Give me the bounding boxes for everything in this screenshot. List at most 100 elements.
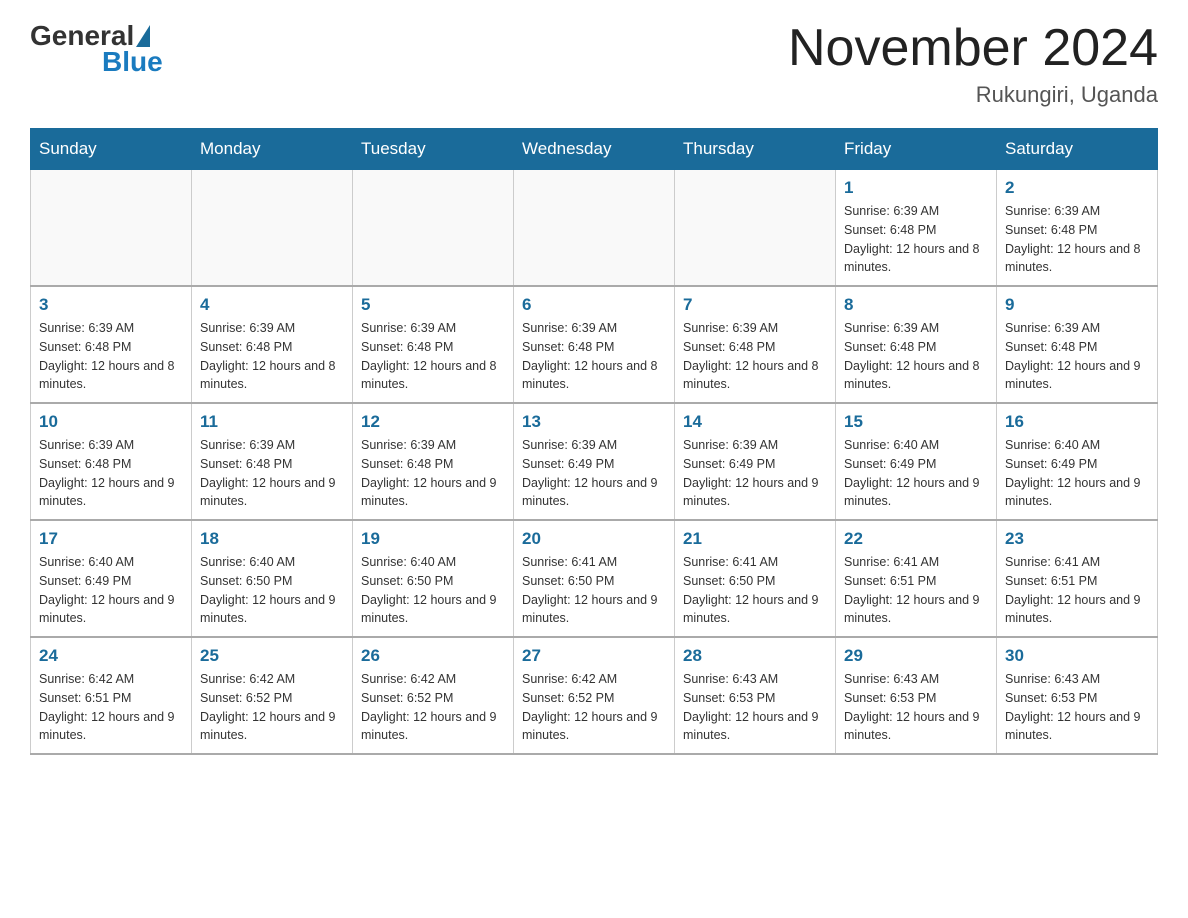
day-number: 7 [683,295,827,315]
calendar-cell: 22 Sunrise: 6:41 AMSunset: 6:51 PMDayligh… [836,520,997,637]
calendar-cell: 21 Sunrise: 6:41 AMSunset: 6:50 PMDayligh… [675,520,836,637]
calendar-cell: 2 Sunrise: 6:39 AMSunset: 6:48 PMDaylight… [997,170,1158,287]
calendar-cell [31,170,192,287]
day-number: 20 [522,529,666,549]
days-of-week-row: SundayMondayTuesdayWednesdayThursdayFrid… [31,129,1158,170]
day-info: Sunrise: 6:39 AMSunset: 6:48 PMDaylight:… [1005,202,1149,277]
calendar-cell: 4 Sunrise: 6:39 AMSunset: 6:48 PMDaylight… [192,286,353,403]
day-number: 23 [1005,529,1149,549]
day-of-week-thursday: Thursday [675,129,836,170]
calendar-cell: 13Sunrise: 6:39 AMSunset: 6:49 PMDayligh… [514,403,675,520]
day-number: 2 [1005,178,1149,198]
day-number: 26 [361,646,505,666]
calendar-cell: 28 Sunrise: 6:43 AMSunset: 6:53 PMDayligh… [675,637,836,754]
day-info: Sunrise: 6:39 AMSunset: 6:48 PMDaylight:… [844,202,988,277]
day-number: 10 [39,412,183,432]
day-info: Sunrise: 6:42 AMSunset: 6:52 PMDaylight:… [522,670,666,745]
day-of-week-wednesday: Wednesday [514,129,675,170]
day-number: 8 [844,295,988,315]
calendar-cell [192,170,353,287]
calendar-cell: 3Sunrise: 6:39 AMSunset: 6:48 PMDaylight… [31,286,192,403]
day-number: 21 [683,529,827,549]
day-number: 28 [683,646,827,666]
day-of-week-tuesday: Tuesday [353,129,514,170]
calendar-cell: 8 Sunrise: 6:39 AMSunset: 6:48 PMDaylight… [836,286,997,403]
day-number: 9 [1005,295,1149,315]
calendar-week-row: 10 Sunrise: 6:39 AMSunset: 6:48 PMDayligh… [31,403,1158,520]
day-number: 1 [844,178,988,198]
day-number: 12 [361,412,505,432]
day-number: 27 [522,646,666,666]
day-of-week-monday: Monday [192,129,353,170]
day-info: Sunrise: 6:39 AMSunset: 6:48 PMDaylight:… [200,319,344,394]
day-info: Sunrise: 6:41 AMSunset: 6:50 PMDaylight:… [522,553,666,628]
calendar-cell: 24Sunrise: 6:42 AMSunset: 6:51 PMDayligh… [31,637,192,754]
day-info: Sunrise: 6:39 AMSunset: 6:48 PMDaylight:… [200,436,344,511]
calendar-cell: 11 Sunrise: 6:39 AMSunset: 6:48 PMDayligh… [192,403,353,520]
day-info: Sunrise: 6:42 AMSunset: 6:51 PMDaylight:… [39,670,183,745]
day-number: 29 [844,646,988,666]
page-header: General Blue November 2024 Rukungiri, Ug… [30,20,1158,108]
calendar-cell: 9 Sunrise: 6:39 AMSunset: 6:48 PMDaylight… [997,286,1158,403]
calendar-cell [675,170,836,287]
calendar-cell: 17 Sunrise: 6:40 AMSunset: 6:49 PMDayligh… [31,520,192,637]
title-section: November 2024 Rukungiri, Uganda [788,20,1158,108]
calendar-cell: 19 Sunrise: 6:40 AMSunset: 6:50 PMDayligh… [353,520,514,637]
calendar-cell: 10 Sunrise: 6:39 AMSunset: 6:48 PMDayligh… [31,403,192,520]
calendar-cell: 30Sunrise: 6:43 AMSunset: 6:53 PMDayligh… [997,637,1158,754]
day-info: Sunrise: 6:40 AMSunset: 6:50 PMDaylight:… [361,553,505,628]
day-info: Sunrise: 6:41 AMSunset: 6:50 PMDaylight:… [683,553,827,628]
day-number: 11 [200,412,344,432]
day-info: Sunrise: 6:41 AMSunset: 6:51 PMDaylight:… [844,553,988,628]
location-subtitle: Rukungiri, Uganda [788,82,1158,108]
day-info: Sunrise: 6:39 AMSunset: 6:49 PMDaylight:… [683,436,827,511]
calendar-cell: 7 Sunrise: 6:39 AMSunset: 6:48 PMDaylight… [675,286,836,403]
day-info: Sunrise: 6:41 AMSunset: 6:51 PMDaylight:… [1005,553,1149,628]
calendar-week-row: 24Sunrise: 6:42 AMSunset: 6:51 PMDayligh… [31,637,1158,754]
logo: General Blue [30,20,163,78]
day-info: Sunrise: 6:43 AMSunset: 6:53 PMDaylight:… [683,670,827,745]
day-info: Sunrise: 6:42 AMSunset: 6:52 PMDaylight:… [361,670,505,745]
calendar-body: 1 Sunrise: 6:39 AMSunset: 6:48 PMDaylight… [31,170,1158,755]
day-number: 3 [39,295,183,315]
calendar-cell: 14 Sunrise: 6:39 AMSunset: 6:49 PMDayligh… [675,403,836,520]
day-number: 14 [683,412,827,432]
logo-blue-text: Blue [102,46,163,78]
calendar-header: SundayMondayTuesdayWednesdayThursdayFrid… [31,129,1158,170]
calendar-cell [514,170,675,287]
day-number: 15 [844,412,988,432]
day-info: Sunrise: 6:39 AMSunset: 6:48 PMDaylight:… [1005,319,1149,394]
calendar-week-row: 17 Sunrise: 6:40 AMSunset: 6:49 PMDayligh… [31,520,1158,637]
day-of-week-friday: Friday [836,129,997,170]
month-title: November 2024 [788,20,1158,77]
day-number: 6 [522,295,666,315]
calendar-cell: 20 Sunrise: 6:41 AMSunset: 6:50 PMDayligh… [514,520,675,637]
day-number: 19 [361,529,505,549]
day-info: Sunrise: 6:39 AMSunset: 6:48 PMDaylight:… [361,436,505,511]
calendar-cell: 27 Sunrise: 6:42 AMSunset: 6:52 PMDayligh… [514,637,675,754]
calendar-cell: 29Sunrise: 6:43 AMSunset: 6:53 PMDayligh… [836,637,997,754]
day-number: 4 [200,295,344,315]
day-info: Sunrise: 6:39 AMSunset: 6:48 PMDaylight:… [844,319,988,394]
calendar-cell: 16Sunrise: 6:40 AMSunset: 6:49 PMDayligh… [997,403,1158,520]
day-info: Sunrise: 6:39 AMSunset: 6:48 PMDaylight:… [361,319,505,394]
day-info: Sunrise: 6:43 AMSunset: 6:53 PMDaylight:… [1005,670,1149,745]
day-info: Sunrise: 6:39 AMSunset: 6:48 PMDaylight:… [683,319,827,394]
day-number: 16 [1005,412,1149,432]
day-info: Sunrise: 6:39 AMSunset: 6:49 PMDaylight:… [522,436,666,511]
day-number: 17 [39,529,183,549]
calendar-week-row: 1 Sunrise: 6:39 AMSunset: 6:48 PMDaylight… [31,170,1158,287]
calendar-cell: 5Sunrise: 6:39 AMSunset: 6:48 PMDaylight… [353,286,514,403]
calendar-cell [353,170,514,287]
calendar-cell: 1 Sunrise: 6:39 AMSunset: 6:48 PMDaylight… [836,170,997,287]
logo-triangle-icon [136,25,150,47]
calendar-cell: 26 Sunrise: 6:42 AMSunset: 6:52 PMDayligh… [353,637,514,754]
calendar-table: SundayMondayTuesdayWednesdayThursdayFrid… [30,128,1158,755]
day-info: Sunrise: 6:39 AMSunset: 6:48 PMDaylight:… [39,436,183,511]
day-number: 25 [200,646,344,666]
day-info: Sunrise: 6:42 AMSunset: 6:52 PMDaylight:… [200,670,344,745]
day-number: 18 [200,529,344,549]
day-of-week-saturday: Saturday [997,129,1158,170]
day-info: Sunrise: 6:40 AMSunset: 6:49 PMDaylight:… [39,553,183,628]
day-number: 22 [844,529,988,549]
